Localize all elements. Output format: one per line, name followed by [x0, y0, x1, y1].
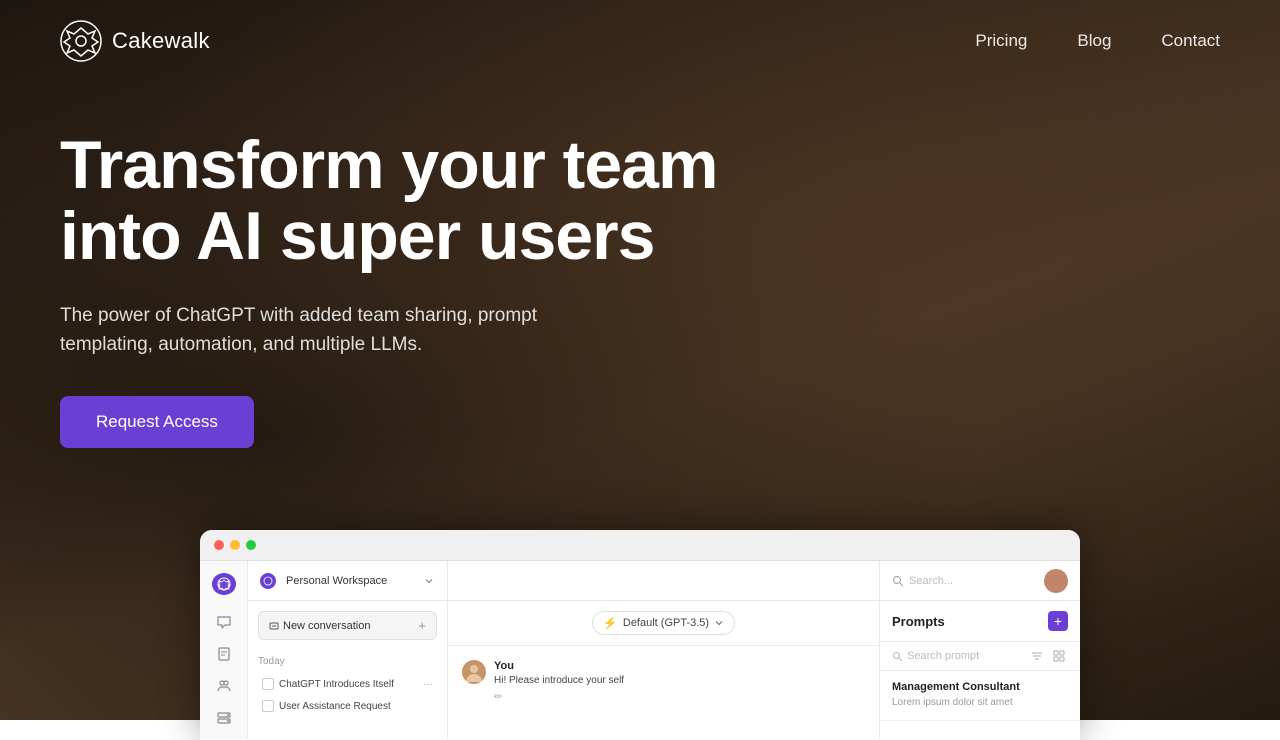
- app-topbar: Personal Workspace Search...: [248, 561, 1080, 601]
- new-conv-plus: +: [418, 618, 426, 633]
- grid-icon[interactable]: [1050, 647, 1068, 665]
- search-icon: [892, 575, 904, 587]
- conversation-title-2: User Assistance Request: [279, 701, 391, 712]
- add-prompt-button[interactable]: +: [1048, 611, 1068, 631]
- conversation-item-2[interactable]: User Assistance Request: [258, 695, 437, 717]
- model-icon: ⚡: [603, 616, 618, 630]
- navigation: Cakewalk Pricing Blog Contact: [0, 0, 1280, 82]
- message-item: You Hi! Please introduce your self ✏: [462, 660, 865, 703]
- prompt-item-1[interactable]: Management Consultant Lorem ipsum dolor …: [880, 671, 1080, 721]
- topbar-right: Search...: [880, 561, 1080, 600]
- app-content-area: Personal Workspace Search...: [248, 561, 1080, 739]
- prompt-search-icon: [892, 651, 903, 662]
- logo-icon: [60, 20, 102, 62]
- chat-messages: You Hi! Please introduce your self ✏: [448, 646, 879, 739]
- edit-icon[interactable]: ✏: [494, 692, 865, 703]
- model-selector[interactable]: ⚡ Default (GPT-3.5): [592, 611, 735, 635]
- workspace-icon: [260, 573, 276, 589]
- filter-icon[interactable]: [1028, 647, 1046, 665]
- prompts-actions: +: [1048, 611, 1068, 631]
- prompts-panel: Prompts + Search prompt: [880, 601, 1080, 739]
- sidebar-logo[interactable]: [212, 573, 236, 595]
- nav-pricing[interactable]: Pricing: [975, 31, 1027, 51]
- conv-dot-2: [262, 700, 274, 712]
- hero-subtitle: The power of ChatGPT with added team sha…: [60, 301, 600, 360]
- conv-more-1[interactable]: ···: [423, 679, 433, 690]
- chat-header: ⚡ Default (GPT-3.5): [448, 601, 879, 646]
- cta-button[interactable]: Request Access: [60, 396, 254, 448]
- traffic-light-red: [214, 540, 224, 550]
- user-avatar[interactable]: [1044, 569, 1068, 593]
- search-bar-inner: Search prompt: [892, 642, 1022, 670]
- model-label: Default (GPT-3.5): [623, 617, 709, 629]
- sidebar-icon-document[interactable]: [214, 645, 234, 663]
- app-inner: Personal Workspace Search...: [200, 561, 1080, 739]
- nav-contact[interactable]: Contact: [1161, 31, 1220, 51]
- new-conversation-label: New conversation: [283, 620, 370, 632]
- sidebar-icon-chat[interactable]: [214, 613, 234, 631]
- model-chevron-icon: [714, 618, 724, 628]
- traffic-light-yellow: [230, 540, 240, 550]
- prompt-search-placeholder: Search prompt: [907, 650, 979, 662]
- conv-dot-1: [262, 678, 274, 690]
- topbar-center: [448, 561, 880, 600]
- nav-blog[interactable]: Blog: [1077, 31, 1111, 51]
- new-conversation-button[interactable]: New conversation +: [258, 611, 437, 640]
- message-sender: You: [494, 660, 865, 672]
- prompt-item-title-1: Management Consultant: [892, 681, 1068, 693]
- message-avatar: [462, 660, 486, 684]
- conversations-section: Today ChatGPT Introduces Itself ···: [248, 650, 447, 723]
- hero-title-line1: Transform your team: [60, 127, 717, 203]
- workspace-selector[interactable]: Personal Workspace: [248, 561, 448, 600]
- logo[interactable]: Cakewalk: [60, 20, 210, 62]
- app-sidebar: [200, 561, 248, 739]
- conversations-date: Today: [258, 656, 437, 667]
- search-area[interactable]: Search...: [892, 575, 1036, 587]
- prompts-header: Prompts +: [880, 601, 1080, 642]
- conversation-title-1: ChatGPT Introduces Itself: [279, 679, 394, 690]
- app-preview-window: Personal Workspace Search...: [200, 530, 1080, 740]
- message-content: You Hi! Please introduce your self ✏: [494, 660, 865, 703]
- panels-row: New conversation + Today ChatGPT Introdu…: [248, 601, 1080, 739]
- hero-content: Transform your team into AI super users …: [60, 130, 717, 448]
- new-conv-icon: [269, 621, 279, 631]
- window-chrome: [200, 530, 1080, 561]
- conversations-panel: New conversation + Today ChatGPT Introdu…: [248, 601, 448, 739]
- workspace-chevron-icon: [423, 575, 435, 587]
- prompts-title: Prompts: [892, 614, 945, 629]
- hero-title-line2: into AI super users: [60, 198, 654, 274]
- hero-title: Transform your team into AI super users: [60, 130, 717, 273]
- prompts-search-bar[interactable]: Search prompt: [880, 642, 1080, 671]
- message-text: Hi! Please introduce your self: [494, 674, 865, 688]
- chat-panel: ⚡ Default (GPT-3.5): [448, 601, 880, 739]
- workspace-name: Personal Workspace: [286, 575, 418, 587]
- logo-text: Cakewalk: [112, 28, 210, 54]
- search-placeholder: Search...: [909, 575, 953, 587]
- prompt-item-preview-1: Lorem ipsum dolor sit amet: [892, 696, 1068, 710]
- sidebar-icon-storage[interactable]: [214, 709, 234, 727]
- nav-links: Pricing Blog Contact: [975, 31, 1220, 51]
- traffic-light-green: [246, 540, 256, 550]
- conversation-item-1[interactable]: ChatGPT Introduces Itself ···: [258, 673, 437, 695]
- filter-icons: [1028, 647, 1068, 665]
- sidebar-icon-team[interactable]: [214, 677, 234, 695]
